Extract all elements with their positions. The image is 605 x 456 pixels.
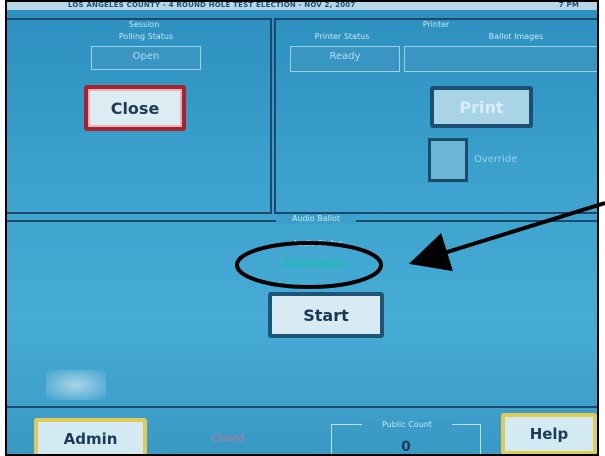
annotation-overlay [235,201,605,289]
pointer-arrow [408,201,605,272]
highlight-ellipse [235,241,383,289]
